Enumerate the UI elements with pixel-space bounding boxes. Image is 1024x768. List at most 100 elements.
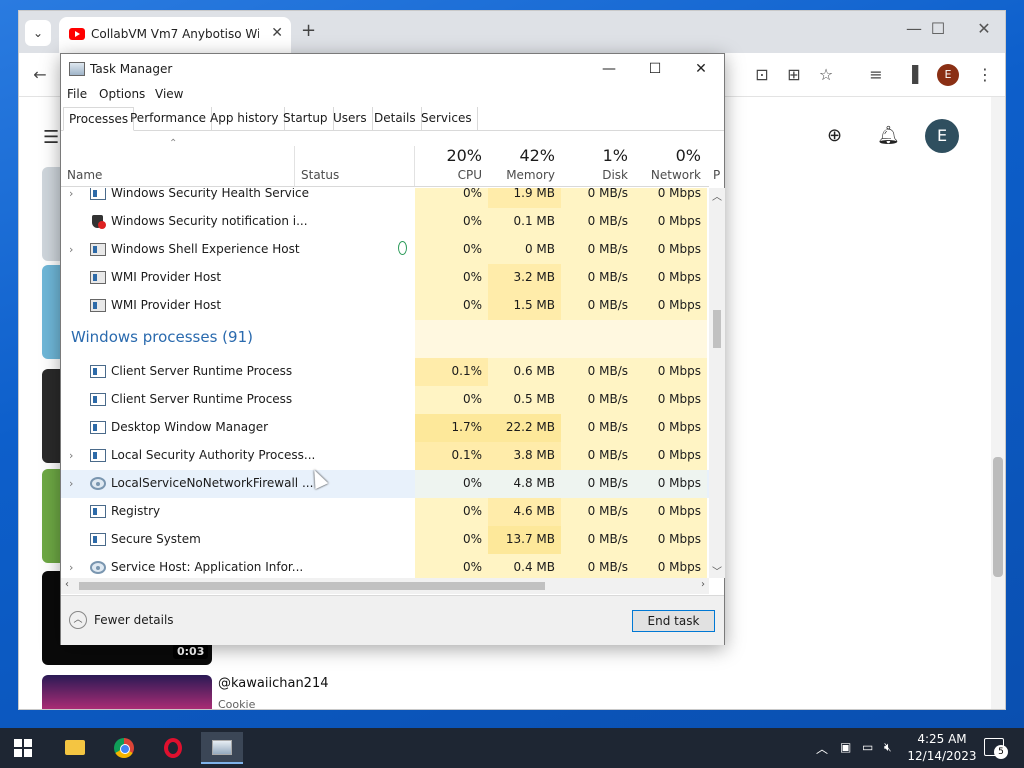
media-control-icon[interactable]: ≡	[865, 65, 887, 84]
create-video-icon[interactable]: ⊕	[827, 125, 842, 146]
table-row[interactable]: WMI Provider Host 0% 1.5 MB 0 MB/s 0 Mbp…	[61, 292, 709, 320]
menu-view[interactable]: View	[155, 87, 183, 101]
column-memory[interactable]: 42% Memory	[488, 132, 561, 187]
column-name[interactable]: Name	[67, 168, 102, 182]
network-value: 0 Mbps	[634, 358, 707, 386]
tab-app-history[interactable]: App history	[205, 107, 285, 131]
tab-services[interactable]: Services	[416, 107, 478, 131]
chrome-maximize-button[interactable]: ☐	[923, 19, 953, 38]
disk-value: 0 MB/s	[561, 264, 634, 292]
process-name: LocalServiceNoNetworkFirewall ...	[111, 476, 314, 490]
table-row[interactable]: Client Server Runtime Process 0.1% 0.6 M…	[61, 358, 709, 386]
translate-icon[interactable]: ⊞	[783, 65, 805, 84]
expand-chevron-icon[interactable]: ›	[69, 188, 73, 200]
page-scrollbar[interactable]	[991, 97, 1005, 709]
video-thumbnail[interactable]	[42, 675, 212, 709]
sort-up-arrow-icon: ⌃	[169, 138, 178, 149]
table-row[interactable]: Windows Security notification i... 0% 0.…	[61, 208, 709, 236]
menu-options[interactable]: Options	[99, 87, 145, 101]
table-row[interactable]: › Local Security Authority Process... 0.…	[61, 442, 709, 470]
bookmark-star-icon[interactable]: ☆	[815, 65, 837, 84]
back-arrow-icon[interactable]: ←	[29, 65, 51, 84]
expand-chevron-icon[interactable]: ›	[69, 243, 73, 256]
notifications-bell-icon[interactable]: 🔔︎	[877, 125, 900, 146]
chrome-tab-title: CollabVM Vm7 Anybotiso Wind	[91, 27, 259, 41]
expand-chevron-icon[interactable]: ›	[69, 561, 73, 574]
scroll-down-arrow-icon[interactable]: ﹀	[712, 563, 722, 578]
tab-details[interactable]: Details	[369, 107, 422, 131]
taskbar-task-manager[interactable]	[201, 732, 243, 764]
table-row[interactable]: Secure System 0% 13.7 MB 0 MB/s 0 Mbps	[61, 526, 709, 554]
expand-chevron-icon[interactable]: ›	[69, 449, 73, 462]
network-icon[interactable]: ▣	[840, 740, 851, 754]
horizontal-scrollbar[interactable]: ‹ ›	[61, 578, 709, 594]
start-button[interactable]	[14, 739, 32, 757]
video-channel-name[interactable]: @kawaiichan214	[218, 676, 329, 691]
scroll-right-arrow-icon[interactable]: ›	[701, 579, 705, 590]
process-name: Desktop Window Manager	[111, 420, 269, 434]
chrome-menu-icon[interactable]: ⋮	[974, 65, 996, 84]
close-button[interactable]: ✕	[679, 58, 723, 80]
chrome-tab-active[interactable]: CollabVM Vm7 Anybotiso Wind ✕	[59, 17, 291, 53]
process-icon	[90, 243, 106, 256]
table-row[interactable]: Desktop Window Manager 1.7% 22.2 MB 0 MB…	[61, 414, 709, 442]
scroll-up-arrow-icon[interactable]: ︿	[712, 188, 722, 203]
vertical-scrollbar-thumb[interactable]	[713, 310, 721, 348]
table-row[interactable]: Registry 0% 4.6 MB 0 MB/s 0 Mbps	[61, 498, 709, 526]
tab-performance[interactable]: Performance	[125, 107, 213, 131]
cpu-value: 0%	[415, 208, 488, 236]
column-network[interactable]: 0% Network	[634, 132, 707, 187]
tab-processes[interactable]: Processes	[63, 107, 135, 131]
process-name: WMI Provider Host	[111, 270, 222, 284]
expand-chevron-icon[interactable]: ›	[69, 477, 73, 490]
end-task-button[interactable]: End task	[632, 610, 715, 632]
clock-date[interactable]: 12/14/2023	[906, 749, 978, 763]
memory-value: 3.2 MB	[488, 264, 561, 292]
scroll-left-arrow-icon[interactable]: ‹	[65, 579, 69, 590]
volume-muted-icon[interactable]: 🔇︎	[884, 740, 892, 755]
tab-startup[interactable]: Startup	[278, 107, 334, 131]
clock-time[interactable]: 4:25 AM	[912, 732, 972, 746]
page-scrollbar-thumb[interactable]	[993, 457, 1003, 577]
column-status[interactable]: Status	[301, 168, 339, 182]
table-row-hovered[interactable]: › LocalServiceNoNetworkFirewall ... 0% 4…	[61, 470, 709, 498]
tab-close-icon[interactable]: ✕	[271, 25, 283, 41]
hamburger-menu-icon[interactable]: ☰	[43, 127, 59, 148]
memory-value: 1.5 MB	[488, 292, 561, 320]
minimize-button[interactable]: —	[587, 58, 631, 80]
group-header[interactable]: Windows processes (91)	[61, 320, 709, 358]
cpu-value: 0%	[415, 470, 488, 498]
column-separator[interactable]	[294, 146, 295, 186]
chrome-close-button[interactable]: ✕	[969, 19, 999, 38]
install-app-icon[interactable]: ⊡	[751, 65, 773, 84]
maximize-button[interactable]: ☐	[633, 58, 677, 80]
taskbar-file-explorer[interactable]	[54, 732, 96, 764]
new-tab-button[interactable]: +	[301, 20, 316, 41]
tab-search-button[interactable]: ⌄	[25, 20, 51, 46]
table-row[interactable]: WMI Provider Host 0% 3.2 MB 0 MB/s 0 Mbp…	[61, 264, 709, 292]
task-manager-titlebar[interactable]: Task Manager — ☐ ✕	[61, 54, 724, 84]
process-name: Client Server Runtime Process	[111, 364, 293, 378]
disk-value: 0 MB/s	[561, 554, 634, 578]
side-panel-icon[interactable]: ▐	[901, 65, 923, 84]
chevron-up-circle-icon[interactable]: ︿	[69, 611, 87, 629]
table-row[interactable]: Client Server Runtime Process 0% 0.5 MB …	[61, 386, 709, 414]
taskbar-opera[interactable]	[152, 732, 194, 764]
column-power-partial[interactable]: P	[713, 168, 720, 182]
tray-chevron-up-icon[interactable]: ︿	[816, 740, 828, 757]
fewer-details-button[interactable]: Fewer details	[94, 613, 174, 627]
table-row[interactable]: › Service Host: Application Infor... 0% …	[61, 554, 709, 578]
network-value: 0 Mbps	[634, 526, 707, 554]
power-icon[interactable]: ▭	[862, 740, 873, 754]
menu-file[interactable]: File	[67, 87, 87, 101]
column-cpu[interactable]: 20% CPU	[415, 132, 488, 187]
youtube-avatar[interactable]: E	[925, 119, 959, 153]
profile-avatar[interactable]: E	[937, 64, 959, 86]
table-row[interactable]: › Windows Shell Experience Host 0% 0 MB …	[61, 236, 709, 264]
tab-users[interactable]: Users	[328, 107, 373, 131]
table-row[interactable]: › Windows Security Health Service 0% 1.9…	[61, 188, 709, 208]
column-disk[interactable]: 1% Disk	[561, 132, 634, 187]
vertical-scrollbar[interactable]: ︿ ﹀	[709, 188, 725, 578]
horizontal-scrollbar-thumb[interactable]	[79, 582, 545, 590]
taskbar-chrome[interactable]	[103, 732, 145, 764]
